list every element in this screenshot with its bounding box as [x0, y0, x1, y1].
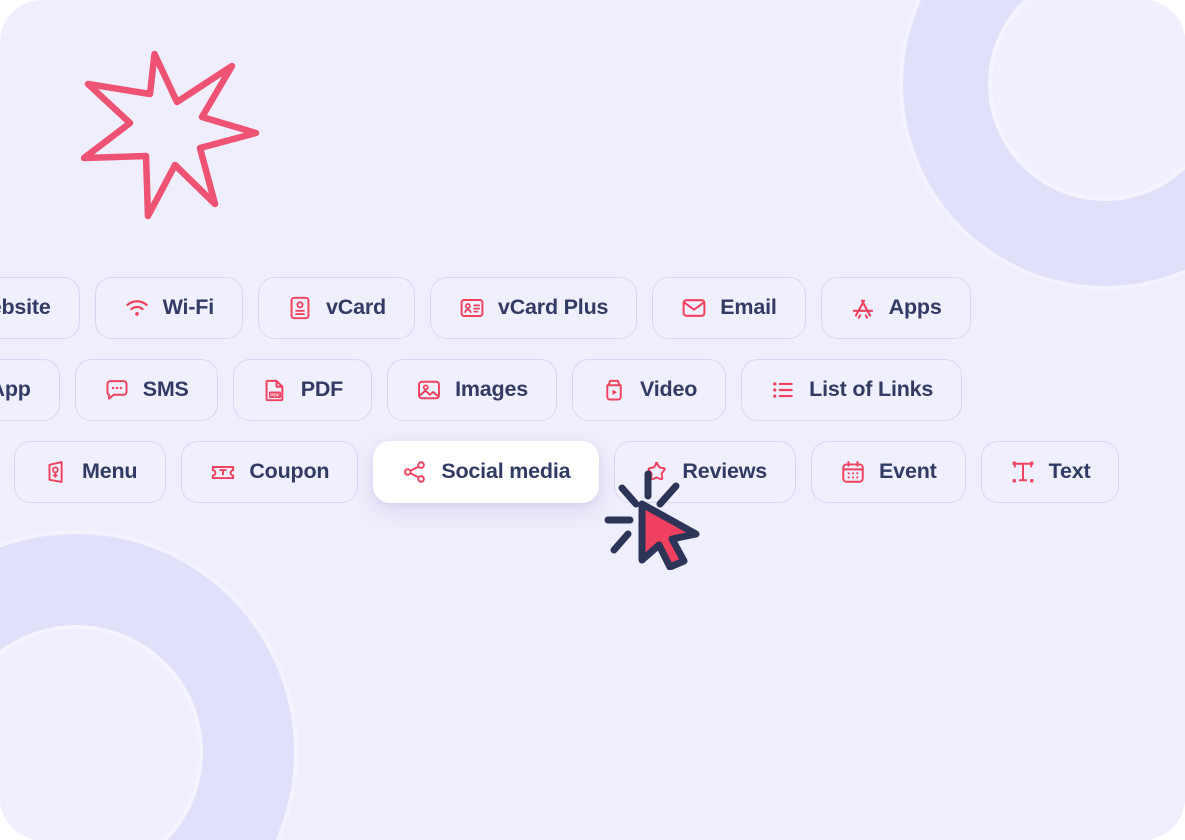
- vcard-icon: [290, 296, 310, 320]
- chip-label: vCard: [326, 295, 386, 320]
- list-icon: [773, 382, 793, 398]
- seven-point-star-icon: [80, 50, 260, 220]
- chip-label: Video: [640, 377, 698, 402]
- app-card: Website Wi-Fi vCard: [0, 0, 1185, 840]
- chip-website[interactable]: Website: [0, 277, 80, 339]
- chip-label: List of Links: [809, 377, 934, 402]
- chip-menu[interactable]: Menu: [14, 441, 167, 503]
- chip-label: Email: [720, 295, 777, 320]
- chip-label: vCard Plus: [497, 295, 609, 320]
- decor-ring-top-right-inner: [992, 0, 1185, 197]
- chip-sms[interactable]: SMS: [74, 359, 218, 421]
- menu-icon: [48, 461, 63, 483]
- chip-label: Coupon: [249, 459, 330, 484]
- chip-label: Website: [0, 295, 51, 320]
- chip-list-of-links[interactable]: List of Links: [741, 359, 963, 421]
- email-icon: [682, 299, 706, 317]
- chip-apps[interactable]: Apps: [820, 277, 971, 339]
- decor-ring-bottom-left: [0, 534, 294, 840]
- chip-text[interactable]: Text: [980, 441, 1120, 503]
- decor-ring-top-right: [903, 0, 1185, 286]
- pdf-icon: PDF: [265, 379, 284, 402]
- type-row-3: Menu Coupon Social media Reviews Event T…: [14, 441, 1120, 503]
- chip-coupon[interactable]: Coupon: [181, 441, 359, 503]
- chip-label: Reviews: [682, 459, 768, 484]
- chip-wifi[interactable]: Wi-Fi: [94, 277, 243, 339]
- video-icon: [606, 379, 622, 401]
- share-icon: [404, 461, 426, 483]
- text-icon: [1012, 461, 1034, 483]
- chip-label: Menu: [82, 459, 138, 484]
- chip-label: Text: [1048, 459, 1091, 484]
- chip-event[interactable]: Event: [811, 441, 966, 503]
- chip-label: SMS: [142, 377, 189, 402]
- sms-icon: [106, 380, 128, 400]
- chip-vcard[interactable]: vCard: [258, 277, 415, 339]
- images-icon: [418, 380, 441, 400]
- chip-pdf[interactable]: PDF PDF: [232, 359, 373, 421]
- chip-label: Images: [455, 377, 529, 402]
- chip-label: PDF: [300, 377, 344, 402]
- chip-label: Event: [879, 459, 937, 484]
- chip-whatsapp[interactable]: WhatsApp: [0, 359, 60, 421]
- chip-email[interactable]: Email: [652, 277, 806, 339]
- chip-video[interactable]: Video: [572, 359, 727, 421]
- chip-images[interactable]: Images: [387, 359, 558, 421]
- star-icon: [647, 461, 667, 481]
- app-store-icon: [852, 299, 873, 319]
- chip-reviews[interactable]: Reviews: [614, 441, 797, 503]
- svg-text:PDF: PDF: [270, 393, 280, 399]
- chip-social-media[interactable]: Social media: [373, 441, 600, 503]
- decor-ring-bottom-left-inner: [0, 629, 199, 840]
- chip-label: Apps: [888, 295, 942, 320]
- chip-label: Social media: [441, 459, 571, 484]
- calendar-icon: [842, 461, 864, 483]
- type-row-1: Website Wi-Fi vCard: [0, 277, 971, 339]
- chip-label: Wi-Fi: [162, 295, 215, 320]
- type-row-2: WhatsApp SMS PDF PDF: [0, 359, 963, 421]
- chip-label: WhatsApp: [0, 377, 31, 402]
- vcard-plus-icon: [460, 299, 484, 317]
- wifi-icon: [126, 300, 148, 316]
- chip-vcard-plus[interactable]: vCard Plus: [429, 277, 638, 339]
- coupon-icon: [212, 466, 235, 480]
